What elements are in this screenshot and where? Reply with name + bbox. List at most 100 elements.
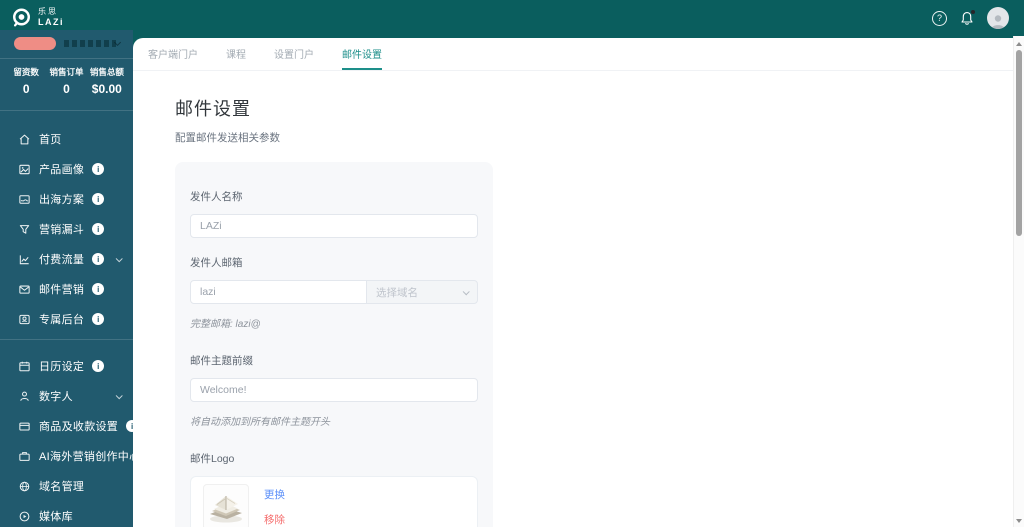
info-icon[interactable]	[92, 360, 105, 372]
vertical-scrollbar[interactable]	[1013, 36, 1024, 527]
notifications-button[interactable]	[960, 9, 975, 26]
brand-text: 乐思 LAZi	[38, 6, 64, 27]
overseas-plan-icon	[19, 194, 30, 204]
chevron-down-icon[interactable]	[115, 391, 123, 399]
sidebar-item-label: 数字人	[39, 391, 73, 403]
chart-icon	[19, 254, 29, 264]
info-icon[interactable]	[92, 193, 105, 205]
sidebar-item-label: AI海外营销创作中心	[39, 451, 133, 463]
stat-value: $0.00	[91, 82, 122, 96]
subject-prefix-hint: 将自动添加到所有邮件主题开头	[190, 417, 330, 428]
sidebar-item-media-library[interactable]: 媒体库	[0, 501, 133, 527]
sender-name-input[interactable]	[190, 214, 478, 238]
sidebar-item-ai-creation-center[interactable]: AI海外营销创作中心	[0, 441, 133, 471]
mail-icon	[19, 285, 30, 294]
plan-badge[interactable]	[14, 36, 56, 50]
email-settings-form: 发件人名称 发件人邮箱 选择域名 完整邮箱: lazi@ 邮件主题前缀 将自动添…	[175, 162, 493, 527]
avatar-person-icon	[991, 15, 1005, 29]
subject-prefix-label: 邮件主题前缀	[190, 355, 253, 367]
sidebar-item-label: 付费流量	[39, 254, 85, 266]
sidebar-item-label: 商品及收款设置	[39, 421, 119, 433]
sidebar-item-label: 日历设定	[39, 361, 85, 373]
brand-name-cn: 乐思	[38, 6, 58, 16]
domain-select-placeholder: 选择域名	[376, 286, 418, 299]
sidebar-item-overseas-plan[interactable]: 出海方案	[0, 184, 133, 214]
sidebar-item-domain-management[interactable]: 域名管理	[0, 471, 133, 501]
sidebar-item-product-profile[interactable]: 产品画像	[0, 154, 133, 184]
sidebar-item-paid-traffic[interactable]: 付费流量	[0, 244, 133, 274]
email-logo-image	[203, 484, 249, 527]
stat-label: 销售总额	[89, 67, 124, 77]
plan-label-illegible	[64, 39, 116, 47]
subject-prefix-input[interactable]	[190, 378, 478, 402]
sidebar-item-marketing-funnel[interactable]: 营销漏斗	[0, 214, 133, 244]
email-logo-label: 邮件Logo	[190, 453, 235, 465]
stat-value: 0	[63, 82, 70, 96]
header-actions	[932, 7, 1009, 29]
sidebar-item-exclusive-backend[interactable]: 专属后台	[0, 304, 133, 334]
ai-center-icon	[19, 451, 30, 461]
scrollbar-thumb[interactable]	[1016, 50, 1022, 236]
sender-email-input[interactable]	[190, 280, 367, 304]
page-title: 邮件设置	[175, 99, 251, 119]
page-subtitle: 配置邮件发送相关参数	[175, 132, 280, 144]
sidebar-item-home[interactable]: 首页	[0, 124, 133, 154]
sidebar-item-label: 首页	[39, 134, 62, 146]
brand-logo-icon	[13, 8, 30, 26]
scroll-down-arrow[interactable]	[1016, 519, 1022, 523]
sidebar-divider	[0, 339, 133, 340]
tab-settings-portal[interactable]: 设置门户	[274, 38, 314, 70]
plan-row[interactable]	[0, 33, 133, 53]
stat-label: 销售订单	[49, 67, 84, 77]
sidebar-item-label: 出海方案	[39, 194, 85, 206]
scroll-up-arrow[interactable]	[1016, 42, 1022, 46]
remove-logo-link[interactable]: 移除	[264, 512, 285, 527]
avatar[interactable]	[987, 7, 1009, 29]
funnel-icon	[19, 224, 30, 234]
info-icon[interactable]	[92, 163, 105, 175]
help-icon[interactable]	[932, 10, 947, 26]
sidebar-item-calendar-settings[interactable]: 日历设定	[0, 351, 133, 381]
brand-logo[interactable]: 乐思 LAZi	[11, 7, 64, 28]
info-icon[interactable]	[92, 313, 105, 325]
globe-icon	[19, 481, 30, 491]
content-card: 客户端门户 课程 设置门户 邮件设置 邮件设置 配置邮件发送相关参数 发件人名称…	[133, 38, 1024, 527]
sidebar-item-email-marketing[interactable]: 邮件营销	[0, 274, 133, 304]
logo-actions: 更换 移除	[264, 487, 285, 527]
chevron-down-icon	[462, 287, 470, 295]
sidebar-item-label: 域名管理	[39, 481, 85, 493]
stat-revenue: 销售总额 $0.00	[87, 66, 127, 96]
sender-email-row: 选择域名	[190, 280, 478, 304]
sidebar-divider	[0, 110, 133, 111]
replace-logo-link[interactable]: 更换	[264, 487, 285, 502]
sender-email-label: 发件人邮箱	[190, 257, 243, 269]
card-icon	[19, 422, 30, 431]
sidebar-item-label: 专属后台	[39, 314, 85, 326]
tab-client-portal[interactable]: 客户端门户	[148, 38, 198, 70]
sidebar-item-payment-settings[interactable]: 商品及收款设置	[0, 411, 133, 441]
notification-dot	[971, 9, 975, 14]
tab-label: 课程	[226, 49, 246, 61]
sender-name-label: 发件人名称	[190, 191, 243, 203]
tab-label: 邮件设置	[342, 49, 382, 61]
tab-email-settings[interactable]: 邮件设置	[342, 38, 382, 70]
info-icon[interactable]	[92, 223, 105, 235]
sidebar: 留资数 0 销售订单 0 销售总额 $0.00 首页 产品画像 i 出海方案 i…	[0, 30, 133, 527]
domain-select[interactable]: 选择域名	[366, 280, 478, 304]
sidebar-menu-bottom: 日历设定 数字人 商品及收款设置 AI海外营销创作中心	[0, 351, 133, 527]
sidebar-stats: 留资数 0 销售订单 0 销售总额 $0.00	[0, 59, 133, 105]
info-icon[interactable]	[92, 253, 105, 265]
info-icon[interactable]	[92, 283, 105, 295]
sidebar-item-digital-human[interactable]: 数字人	[0, 381, 133, 411]
person-icon	[20, 391, 29, 401]
chevron-down-icon[interactable]	[115, 254, 123, 262]
media-icon	[19, 511, 30, 521]
email-logo-box: 更换 移除	[190, 476, 478, 527]
page-header: 邮件设置 配置邮件发送相关参数	[175, 95, 1024, 145]
stat-orders: 销售订单 0	[46, 66, 86, 96]
info-icon[interactable]	[126, 420, 133, 432]
sidebar-item-label: 邮件营销	[39, 284, 85, 296]
stat-value: 0	[22, 82, 30, 96]
tab-courses[interactable]: 课程	[226, 38, 246, 70]
sidebar-item-label: 产品画像	[39, 164, 85, 176]
